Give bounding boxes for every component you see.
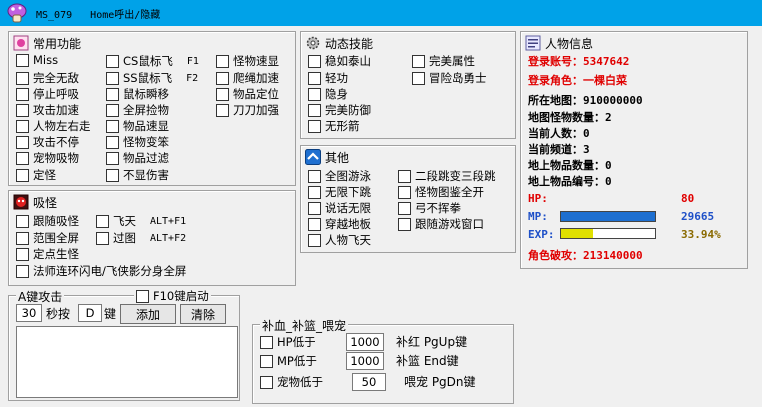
seconds-label: 秒按 bbox=[46, 307, 71, 321]
checkbox-follow-vacuum[interactable]: 跟随吸怪 bbox=[16, 213, 79, 229]
vacuum-icon bbox=[13, 194, 29, 210]
role-break-attack: 角色破攻：213140000 bbox=[528, 249, 643, 262]
vacuum-title: 吸怪 bbox=[33, 195, 58, 210]
checkbox-god-mode[interactable]: 完全无敌 bbox=[16, 70, 79, 86]
hp-threshold-input[interactable]: 1000 bbox=[346, 333, 384, 351]
checkbox-rope-speed[interactable]: 爬绳加速 bbox=[216, 70, 279, 86]
dynamic-skills-header: 动态技能 bbox=[305, 34, 377, 52]
mp-value: 29665 bbox=[681, 210, 715, 223]
window-title: MS_079 Home呼出/隐藏 bbox=[36, 10, 161, 21]
checkbox-monster-book[interactable]: 怪物图鉴全开 bbox=[398, 184, 484, 200]
checkbox-invisible-arrow[interactable]: 无形箭 bbox=[308, 118, 360, 134]
checkbox-f10-start[interactable]: F10键启动 bbox=[134, 288, 211, 304]
checkbox-item-filter[interactable]: 物品过滤 bbox=[106, 150, 169, 166]
checkbox-swim-all[interactable]: 全图游泳 bbox=[308, 168, 371, 184]
auto-attack-legend: A键攻击 bbox=[16, 288, 65, 305]
pet-threshold-input[interactable]: 50 bbox=[352, 373, 386, 391]
checkbox-fly[interactable]: 飞天 ALT+F1 bbox=[96, 213, 186, 229]
mp-bar bbox=[560, 211, 656, 222]
app-mushroom-icon bbox=[7, 3, 27, 23]
common-functions-icon bbox=[13, 35, 29, 51]
mp-label: MP: bbox=[528, 210, 548, 223]
checkbox-pet-below[interactable]: 宠物低于 bbox=[260, 374, 323, 390]
checkbox-dumb-mobs[interactable]: 怪物变笨 bbox=[106, 134, 169, 150]
checkbox-perfect-attr[interactable]: 完美属性 bbox=[412, 53, 475, 69]
exp-label: EXP: bbox=[528, 228, 555, 241]
checkbox-nonstop-attack[interactable]: 攻击不停 bbox=[16, 134, 79, 150]
checkbox-hide-damage[interactable]: 不显伤害 bbox=[106, 167, 169, 183]
checkbox-freeze-mobs[interactable]: 定怪 bbox=[16, 167, 56, 183]
checkbox-char-fly[interactable]: 人物飞天 bbox=[308, 232, 371, 248]
common-functions-header: 常用功能 bbox=[13, 34, 85, 52]
checkbox-mp-below[interactable]: MP低于 bbox=[260, 353, 317, 369]
title-bar[interactable]: MS_079 Home呼出/隐藏 bbox=[0, 0, 762, 26]
checkbox-perfect-defense[interactable]: 完美防御 bbox=[308, 102, 371, 118]
checkbox-mouse-teleport[interactable]: 鼠标瞬移 bbox=[106, 86, 169, 102]
pet-hotkey-label: 喂宠 PgDn键 bbox=[404, 375, 476, 389]
checkbox-stop-breath[interactable]: 停止呼吸 bbox=[16, 86, 79, 102]
checkbox-fullscreen-pickup[interactable]: 全屏捡物 bbox=[106, 102, 169, 118]
vacuum-header: 吸怪 bbox=[13, 193, 61, 211]
mp-hotkey-label: 补篮 End键 bbox=[396, 354, 459, 368]
checkbox-pass-map[interactable]: 过图 ALT+F2 bbox=[96, 230, 186, 246]
checkbox-walk-lr[interactable]: 人物左右走 bbox=[16, 118, 91, 134]
checkbox-infinite-down-jump[interactable]: 无限下跳 bbox=[308, 184, 371, 200]
exp-bar-fill bbox=[561, 229, 593, 238]
checkbox-blade-boost[interactable]: 刀刀加强 bbox=[216, 102, 279, 118]
current-channel: 当前频道：3 bbox=[528, 143, 590, 156]
login-account: 登录账号：5347642 bbox=[528, 55, 630, 68]
key-input[interactable]: D bbox=[78, 304, 102, 322]
checkbox-cs-mouse-fly[interactable]: CS鼠标飞 F1 bbox=[106, 53, 199, 69]
checkbox-follow-window[interactable]: 跟随游戏窗口 bbox=[398, 216, 484, 232]
hp-hotkey-label: 补红 PgUp键 bbox=[396, 335, 468, 349]
checkbox-triple-jump[interactable]: 二段跳变三段跳 bbox=[398, 168, 496, 184]
checkbox-mage-fullscreen[interactable]: 法师连环闪电/飞侠影分身全屏 bbox=[16, 263, 186, 279]
chevron-up-icon bbox=[305, 149, 321, 165]
current-map: 所在地图：910000000 bbox=[528, 94, 643, 107]
checkbox-bow-no-punch[interactable]: 弓不挥拳 bbox=[398, 200, 461, 216]
common-functions-title: 常用功能 bbox=[33, 36, 82, 51]
checkbox-miss[interactable]: Miss bbox=[16, 53, 58, 67]
checkbox-fullscreen-range[interactable]: 范围全屏 bbox=[16, 230, 79, 246]
ground-item-count: 地上物品数量：0 bbox=[528, 159, 612, 172]
exp-value: 33.94% bbox=[681, 228, 721, 241]
mp-bar-fill bbox=[561, 212, 655, 221]
checkbox-ss-mouse-fly[interactable]: SS鼠标飞 F2 bbox=[106, 70, 198, 86]
other-title: 其他 bbox=[325, 150, 350, 165]
character-info-title: 人物信息 bbox=[545, 36, 594, 51]
checkbox-fixed-spawn[interactable]: 定点生怪 bbox=[16, 246, 79, 262]
key-label: 键 bbox=[104, 307, 117, 321]
checkbox-through-floor[interactable]: 穿越地板 bbox=[308, 216, 371, 232]
clear-button[interactable]: 清除 bbox=[180, 304, 226, 324]
checkbox-pet-pickup[interactable]: 宠物吸物 bbox=[16, 150, 79, 166]
character-info-header: 人物信息 bbox=[525, 34, 597, 52]
checkbox-stealth[interactable]: 隐身 bbox=[308, 86, 348, 102]
checkbox-hp-below[interactable]: HP低于 bbox=[260, 334, 316, 350]
attack-key-list[interactable] bbox=[16, 326, 238, 398]
exp-bar bbox=[560, 228, 656, 239]
seconds-input[interactable]: 30 bbox=[16, 304, 42, 322]
mp-threshold-input[interactable]: 1000 bbox=[346, 352, 384, 370]
map-monster-count: 地图怪物数量：2 bbox=[528, 111, 612, 124]
checkbox-unlimited-chat[interactable]: 说话无限 bbox=[308, 200, 371, 216]
ground-item-id: 地上物品编号：0 bbox=[528, 175, 612, 188]
checkbox-maple-warrior[interactable]: 冒险岛勇士 bbox=[412, 70, 487, 86]
dynamic-skills-title: 动态技能 bbox=[325, 36, 374, 51]
gear-icon bbox=[306, 36, 320, 50]
hp-label: HP: bbox=[528, 192, 548, 205]
checkbox-item-locate[interactable]: 物品定位 bbox=[216, 86, 279, 102]
add-button[interactable]: 添加 bbox=[120, 304, 176, 324]
checkbox-light-step[interactable]: 轻功 bbox=[308, 70, 348, 86]
checkbox-attack-speed[interactable]: 攻击加速 bbox=[16, 102, 79, 118]
login-role: 登录角色：一棵白菜 bbox=[528, 74, 627, 87]
info-icon bbox=[525, 35, 541, 51]
other-header: 其他 bbox=[305, 148, 353, 166]
supply-legend: 补血_补篮_喂宠 bbox=[260, 317, 349, 334]
checkbox-mob-fast-show[interactable]: 怪物速显 bbox=[216, 53, 279, 69]
checkbox-steady[interactable]: 稳如泰山 bbox=[308, 53, 371, 69]
checkbox-item-fast-show[interactable]: 物品速显 bbox=[106, 118, 169, 134]
hp-value: 80 bbox=[681, 192, 695, 205]
current-people: 当前人数：0 bbox=[528, 127, 590, 140]
